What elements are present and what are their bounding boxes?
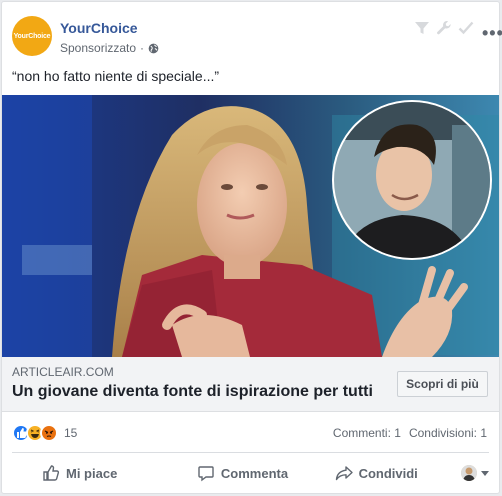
angry-icon: [40, 424, 58, 442]
like-button[interactable]: Mi piace: [12, 457, 176, 489]
comment-icon: [198, 466, 214, 482]
page-avatar-logo-text: YourChoice: [13, 32, 51, 40]
sponsored-label[interactable]: Sponsorizzato: [60, 41, 136, 55]
shares-count-link[interactable]: Condivisioni: 1: [409, 426, 487, 440]
check-icon[interactable]: [458, 20, 474, 36]
share-icon: [335, 466, 353, 481]
link-title[interactable]: Un giovane diventa fonte di ispirazione …: [12, 383, 392, 401]
filter-icon[interactable]: [414, 20, 430, 36]
post-message: “non ho fatto niente di speciale...”: [12, 68, 220, 84]
more-options-button[interactable]: •••: [482, 24, 502, 42]
page-name-link[interactable]: YourChoice: [60, 20, 138, 36]
meta-separator: ·: [140, 41, 145, 55]
comments-count-link[interactable]: Commenti: 1: [333, 426, 401, 440]
post-tools: [414, 20, 474, 36]
reaction-count: 15: [64, 426, 78, 440]
chevron-down-icon: [481, 470, 490, 476]
comment-label: Commenta: [220, 465, 289, 481]
post-meta: Sponsorizzato ·: [60, 41, 159, 55]
share-button[interactable]: Condividi: [309, 457, 443, 489]
post-header: YourChoice YourChoice Sponsorizzato · ••…: [12, 16, 502, 60]
globe-icon: [148, 43, 159, 53]
share-label: Condividi: [358, 465, 418, 481]
link-preview[interactable]: ARTICLEAIR.COM Un giovane diventa fonte …: [2, 357, 499, 412]
actions-divider: [12, 452, 489, 453]
comment-button[interactable]: Commenta: [176, 457, 310, 489]
link-domain: ARTICLEAIR.COM: [12, 365, 114, 379]
actor-selector[interactable]: [443, 465, 490, 481]
wrench-icon[interactable]: [436, 20, 452, 36]
page-avatar[interactable]: YourChoice: [12, 16, 52, 56]
post-image-illustration: [2, 95, 499, 357]
reactions-summary[interactable]: 15: [12, 424, 77, 442]
like-label: Mi piace: [66, 465, 118, 481]
thumbs-up-icon: [43, 465, 60, 481]
actor-avatar: [461, 465, 478, 481]
post-actions-bar: Mi piace Commenta Condividi: [12, 454, 490, 492]
engagement-counts: Commenti: 1 Condivisioni: 1: [333, 426, 487, 440]
post-image[interactable]: [2, 95, 499, 357]
learn-more-button[interactable]: Scopri di più: [397, 371, 488, 397]
sponsored-post-card: YourChoice YourChoice Sponsorizzato · ••…: [1, 1, 502, 494]
post-stats: 15 Commenti: 1 Condivisioni: 1: [2, 412, 499, 452]
